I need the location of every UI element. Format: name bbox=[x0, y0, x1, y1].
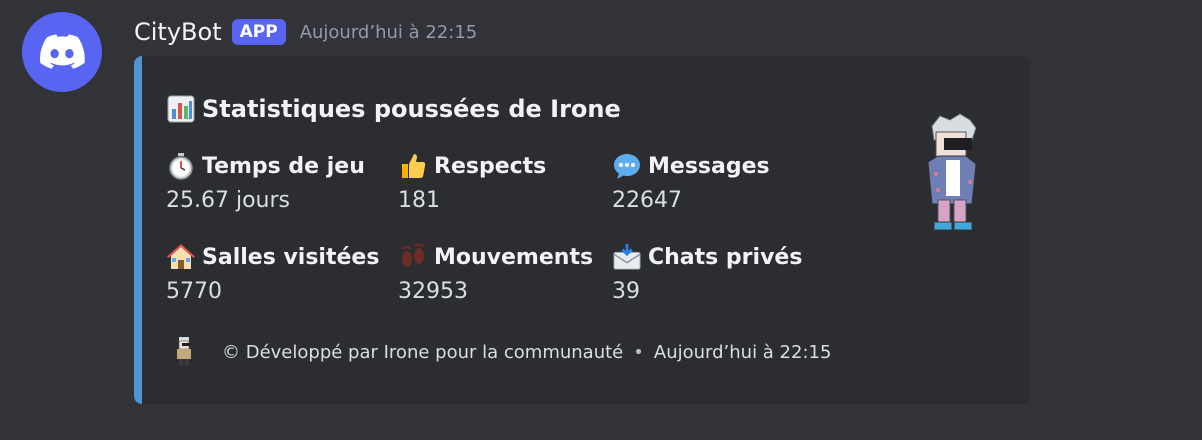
field-name-respects: Respects bbox=[434, 153, 547, 179]
message-timestamp[interactable]: Aujourd’hui à 22:15 bbox=[300, 22, 478, 43]
footer-text: © Développé par Irone pour la communauté bbox=[222, 341, 624, 363]
field-name-private-chats: Chats privés bbox=[648, 244, 803, 270]
bar-chart-emoji bbox=[166, 94, 196, 124]
footprints-icon bbox=[398, 242, 428, 272]
field-value-movements: 32953 bbox=[398, 279, 468, 304]
field-value-private-chats: 39 bbox=[612, 279, 640, 304]
house-icon bbox=[166, 242, 196, 272]
app-badge: APP bbox=[231, 19, 286, 45]
footer-avatar-icon bbox=[174, 336, 194, 368]
field-value-respects: 181 bbox=[398, 188, 440, 213]
speech-balloon-icon bbox=[612, 151, 642, 181]
embed-thumbnail[interactable] bbox=[918, 112, 990, 236]
field-rooms-visited: Salles visitées 5770 bbox=[166, 239, 379, 304]
field-respects: Respects 181 bbox=[398, 148, 547, 214]
field-name-playtime: Temps de jeu bbox=[202, 153, 365, 179]
discord-logo-icon bbox=[40, 34, 85, 69]
field-name-rooms: Salles visitées bbox=[202, 244, 380, 270]
field-movements: Mouvements 32953 bbox=[398, 239, 593, 304]
field-value-messages: 22647 bbox=[612, 188, 682, 213]
field-value-playtime: 25.67 jours bbox=[166, 188, 290, 213]
field-name-movements: Mouvements bbox=[434, 244, 594, 270]
embed-title-text: Statistiques poussées de Irone bbox=[202, 95, 621, 123]
bot-avatar[interactable] bbox=[22, 12, 102, 92]
stopwatch-icon bbox=[166, 151, 196, 181]
footer-separator: • bbox=[633, 341, 644, 363]
stats-embed: Statistiques poussées de Irone Temps de … bbox=[134, 56, 1030, 404]
field-private-chats: Chats privés 39 bbox=[612, 239, 802, 304]
field-playtime: Temps de jeu 25.67 jours bbox=[166, 148, 365, 213]
author-name[interactable]: CityBot bbox=[134, 18, 222, 46]
footer-timestamp: Aujourd’hui à 22:15 bbox=[653, 341, 832, 363]
message-header: CityBot APP Aujourd’hui à 22:15 bbox=[134, 14, 477, 50]
field-value-rooms: 5770 bbox=[166, 279, 222, 304]
embed-accent-bar bbox=[134, 56, 142, 404]
embed-title: Statistiques poussées de Irone bbox=[166, 94, 621, 124]
inbox-envelope-icon bbox=[612, 242, 642, 272]
thumbs-up-icon bbox=[398, 151, 428, 181]
field-name-messages: Messages bbox=[648, 153, 770, 179]
embed-footer: © Développé par Irone pour la communauté… bbox=[174, 336, 831, 368]
field-messages: Messages 22647 bbox=[612, 148, 770, 214]
